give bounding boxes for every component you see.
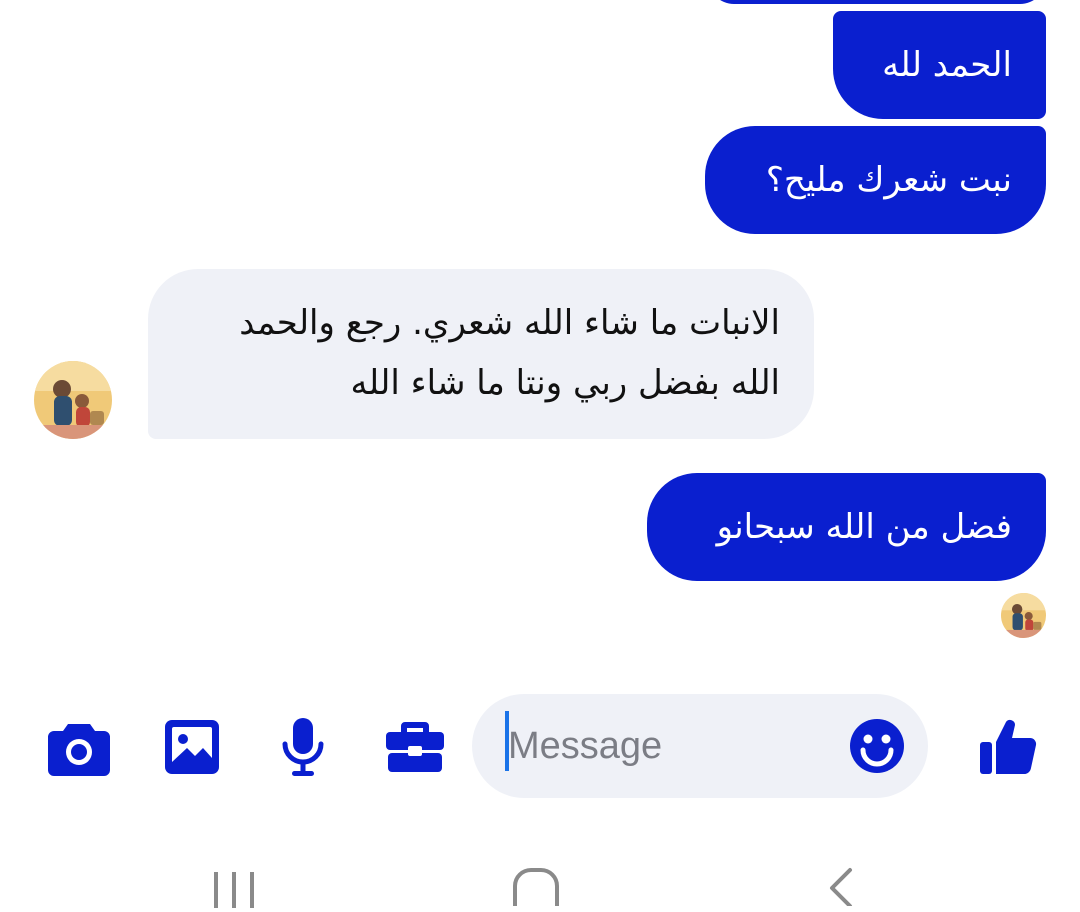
emoji-icon [850, 719, 904, 773]
incoming-message[interactable]: الانبات ما شاء الله شعري. رجع والحمد الل… [148, 269, 814, 439]
voice-button[interactable] [280, 716, 326, 778]
camera-icon [48, 724, 110, 776]
emoji-button[interactable] [848, 717, 906, 775]
recent-apps-button[interactable] [210, 868, 258, 912]
home-button[interactable] [510, 866, 562, 912]
gallery-button[interactable] [163, 718, 221, 776]
briefcase-icon [386, 722, 444, 772]
camera-button[interactable] [48, 720, 110, 776]
apps-button[interactable] [384, 718, 446, 774]
outgoing-message[interactable]: فضل من الله سبحانو [647, 473, 1046, 581]
outgoing-message[interactable]: نبت شعرك مليح؟ [705, 126, 1046, 234]
microphone-icon [282, 718, 324, 776]
recent-apps-icon [214, 872, 254, 912]
message-input[interactable] [508, 716, 828, 776]
outgoing-message[interactable]: الحمد لله [833, 11, 1046, 119]
seen-avatar [1001, 593, 1046, 638]
previous-message-bubble[interactable] [708, 0, 1046, 4]
like-button[interactable] [978, 714, 1038, 776]
contact-avatar[interactable] [34, 361, 112, 439]
thumbs-up-icon [980, 720, 1037, 775]
image-icon [165, 720, 219, 774]
back-button[interactable] [820, 866, 860, 908]
message-composer[interactable] [472, 694, 928, 798]
home-icon [513, 868, 559, 912]
back-icon [830, 868, 852, 908]
